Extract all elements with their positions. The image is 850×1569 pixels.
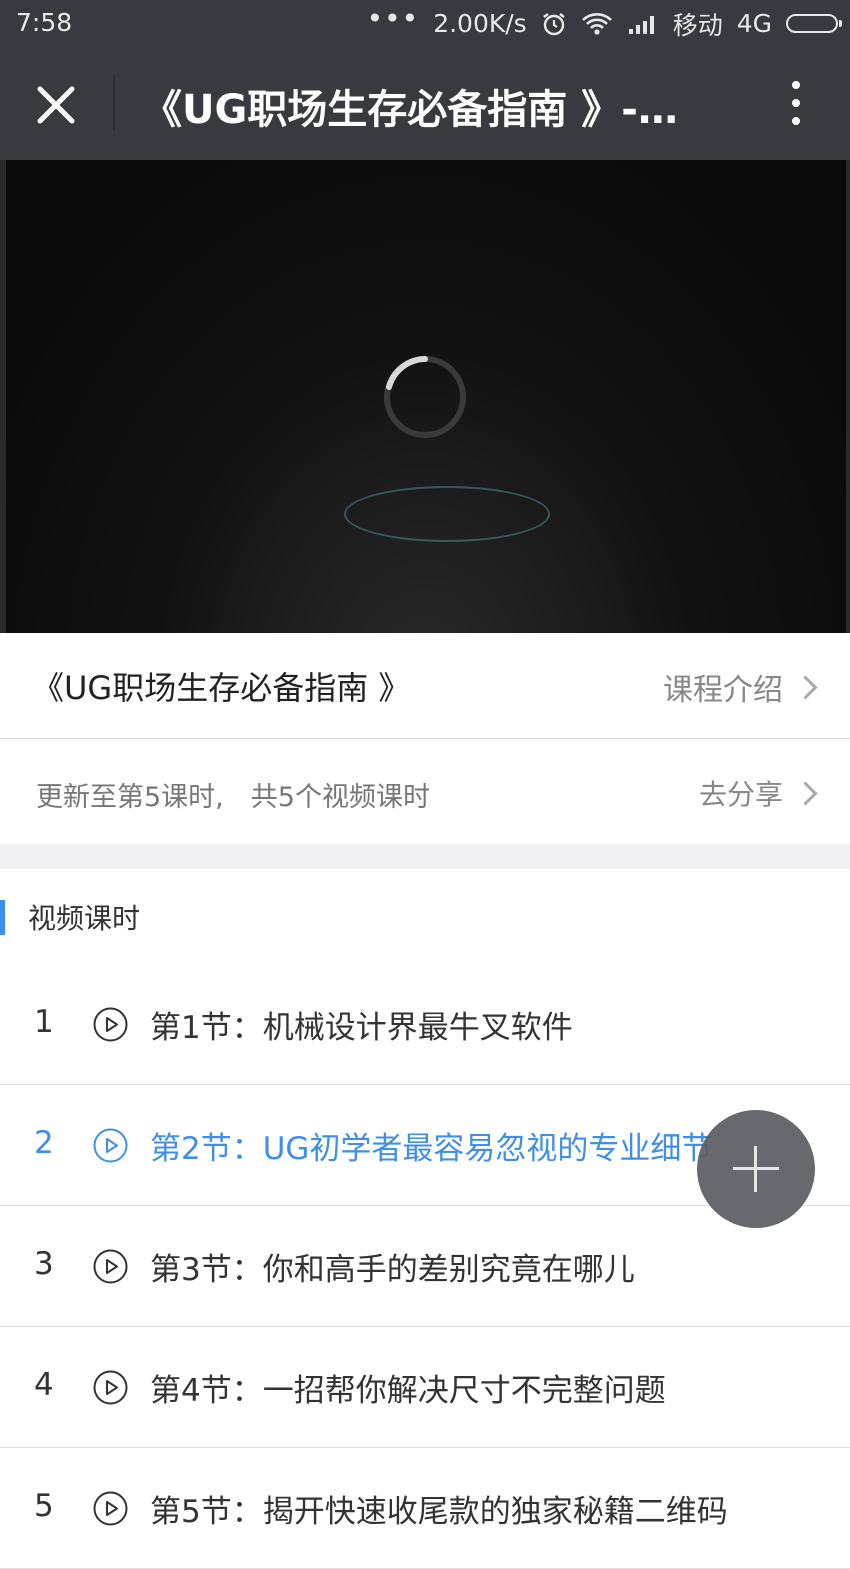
share-label: 去分享 [698,778,783,811]
lesson-number: 3 [34,1246,54,1282]
course-name: 《UG职场生存必备指南 》 [32,669,411,707]
lesson-title: 第2节：UG初学者最容易忽视的专业细节 [150,1131,713,1167]
share-link[interactable]: 去分享 [699,773,820,813]
lesson-list: 1 第1节：机械设计界最牛叉软件 2 第2节：UG初学者最容易忽视的专业细节 3… [0,964,850,1569]
floating-add-button[interactable] [697,1110,815,1228]
network-type: 4G [736,9,772,38]
course-intro-link[interactable]: 课程介绍 [663,665,820,709]
page-title: 《UG职场生存必备指南 》-… [142,87,678,133]
lesson-number: 4 [34,1367,54,1403]
wifi-icon [581,12,613,36]
update-info-row: 更新至第5课时, 共5个视频课时 去分享 [0,739,850,844]
section-gap [0,844,850,869]
update-info: 更新至第5课时, 共5个视频课时 [36,782,430,813]
more-vertical-icon [792,81,800,89]
lesson-item-3[interactable]: 3 第3节：你和高手的差别究竟在哪儿 [0,1206,850,1327]
close-button[interactable] [28,77,84,133]
lesson-title: 第4节：一招帮你解决尺寸不完整问题 [150,1373,666,1409]
status-time: 7:58 [16,8,73,37]
alarm-icon [541,11,567,37]
section-title: 视频课时 [28,902,141,935]
lesson-number: 2 [34,1125,54,1161]
status-icons: ••• 2.00K/s 移动 4G [366,0,842,47]
play-circle-icon [93,1491,128,1526]
battery-icon [786,14,842,33]
signal-icon [627,13,659,35]
lesson-item-5[interactable]: 5 第5节：揭开快速收尾款的独家秘籍二维码 [0,1448,850,1569]
section-accent-bar [0,900,5,935]
play-circle-icon [93,1007,128,1042]
play-circle-icon [93,1128,128,1163]
close-icon [37,86,75,124]
carrier-name: 移动 [672,10,723,40]
lesson-number: 1 [34,1004,54,1040]
play-circle-icon [93,1370,128,1405]
course-title-row: 《UG职场生存必备指南 》 课程介绍 [0,633,850,739]
lesson-title: 第5节：揭开快速收尾款的独家秘籍二维码 [150,1494,728,1530]
network-speed: 2.00K/s [433,9,527,38]
chevron-right-icon [793,780,818,806]
chevron-right-icon [793,674,818,700]
play-circle-icon [93,1249,128,1284]
loading-spinner-icon [384,356,466,438]
lesson-item-1[interactable]: 1 第1节：机械设计界最牛叉软件 [0,964,850,1085]
more-notifications-icon: ••• [366,2,420,35]
lesson-item-4[interactable]: 4 第4节：一招帮你解决尺寸不完整问题 [0,1327,850,1448]
section-header: 视频课时 [0,869,850,964]
video-floor-ring [344,486,550,542]
more-menu-button[interactable] [788,81,804,129]
course-intro-label: 课程介绍 [663,673,783,708]
app-bar: 《UG职场生存必备指南 》-… [0,47,850,160]
app-bar-divider [113,75,115,131]
status-bar: 7:58 ••• 2.00K/s 移动 4G [0,0,850,47]
lesson-number: 5 [34,1488,54,1524]
lesson-title: 第1节：机械设计界最牛叉软件 [150,1010,573,1046]
lesson-title: 第3节：你和高手的差别究竟在哪儿 [150,1252,635,1288]
